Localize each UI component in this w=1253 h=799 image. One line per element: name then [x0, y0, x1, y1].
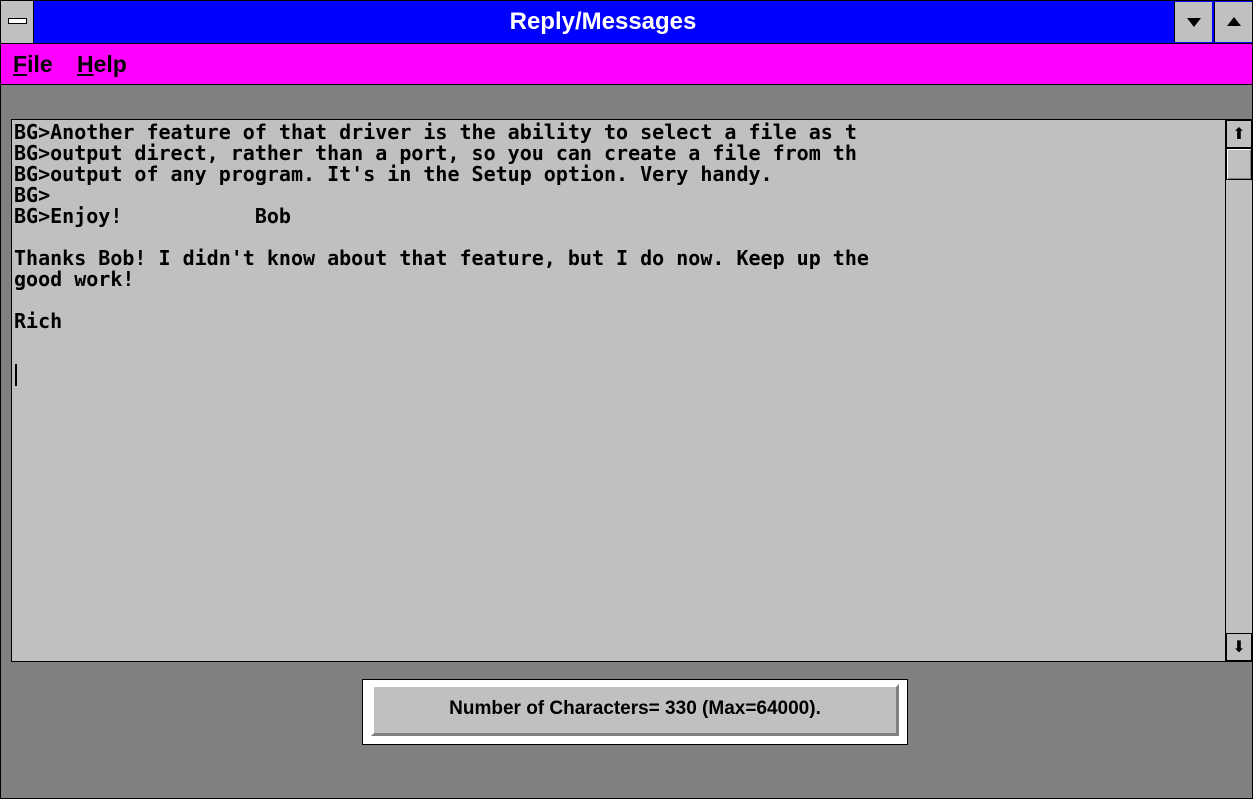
scroll-down-arrow-icon: ⬇: [1232, 637, 1246, 656]
window-title: Reply/Messages: [509, 8, 697, 35]
reply-messages-window: Reply/Messages File Help BG>Another feat…: [0, 0, 1253, 799]
menu-bar: File Help: [1, 44, 1252, 85]
menu-help[interactable]: Help: [77, 44, 127, 84]
scroll-up-button[interactable]: ⬆: [1226, 120, 1252, 148]
character-count-label: Number of Characters= 330 (Max=64000).: [371, 684, 899, 736]
message-text[interactable]: BG>Another feature of that driver is the…: [14, 122, 1224, 652]
minimize-arrow-icon: [1187, 18, 1201, 27]
menu-file[interactable]: File: [13, 44, 53, 84]
scroll-thumb[interactable]: [1226, 148, 1252, 180]
menu-help-mnemonic: H: [77, 51, 94, 77]
text-caret: [15, 364, 17, 386]
menu-help-label: elp: [93, 51, 127, 77]
character-count-panel: Number of Characters= 330 (Max=64000).: [362, 679, 908, 745]
title-bar: Reply/Messages: [1, 1, 1252, 44]
menu-file-label: ile: [27, 51, 53, 77]
scroll-up-arrow-icon: ⬆: [1232, 124, 1246, 143]
menu-file-mnemonic: F: [13, 51, 28, 77]
minimize-button[interactable]: [1174, 2, 1212, 42]
scroll-down-button[interactable]: ⬇: [1226, 633, 1252, 661]
system-menu-icon[interactable]: [1, 1, 34, 43]
maximize-arrow-icon: [1227, 17, 1241, 26]
vertical-scrollbar[interactable]: ⬆ ⬇: [1225, 120, 1252, 661]
message-editor[interactable]: BG>Another feature of that driver is the…: [11, 119, 1252, 662]
maximize-button[interactable]: [1214, 2, 1252, 42]
